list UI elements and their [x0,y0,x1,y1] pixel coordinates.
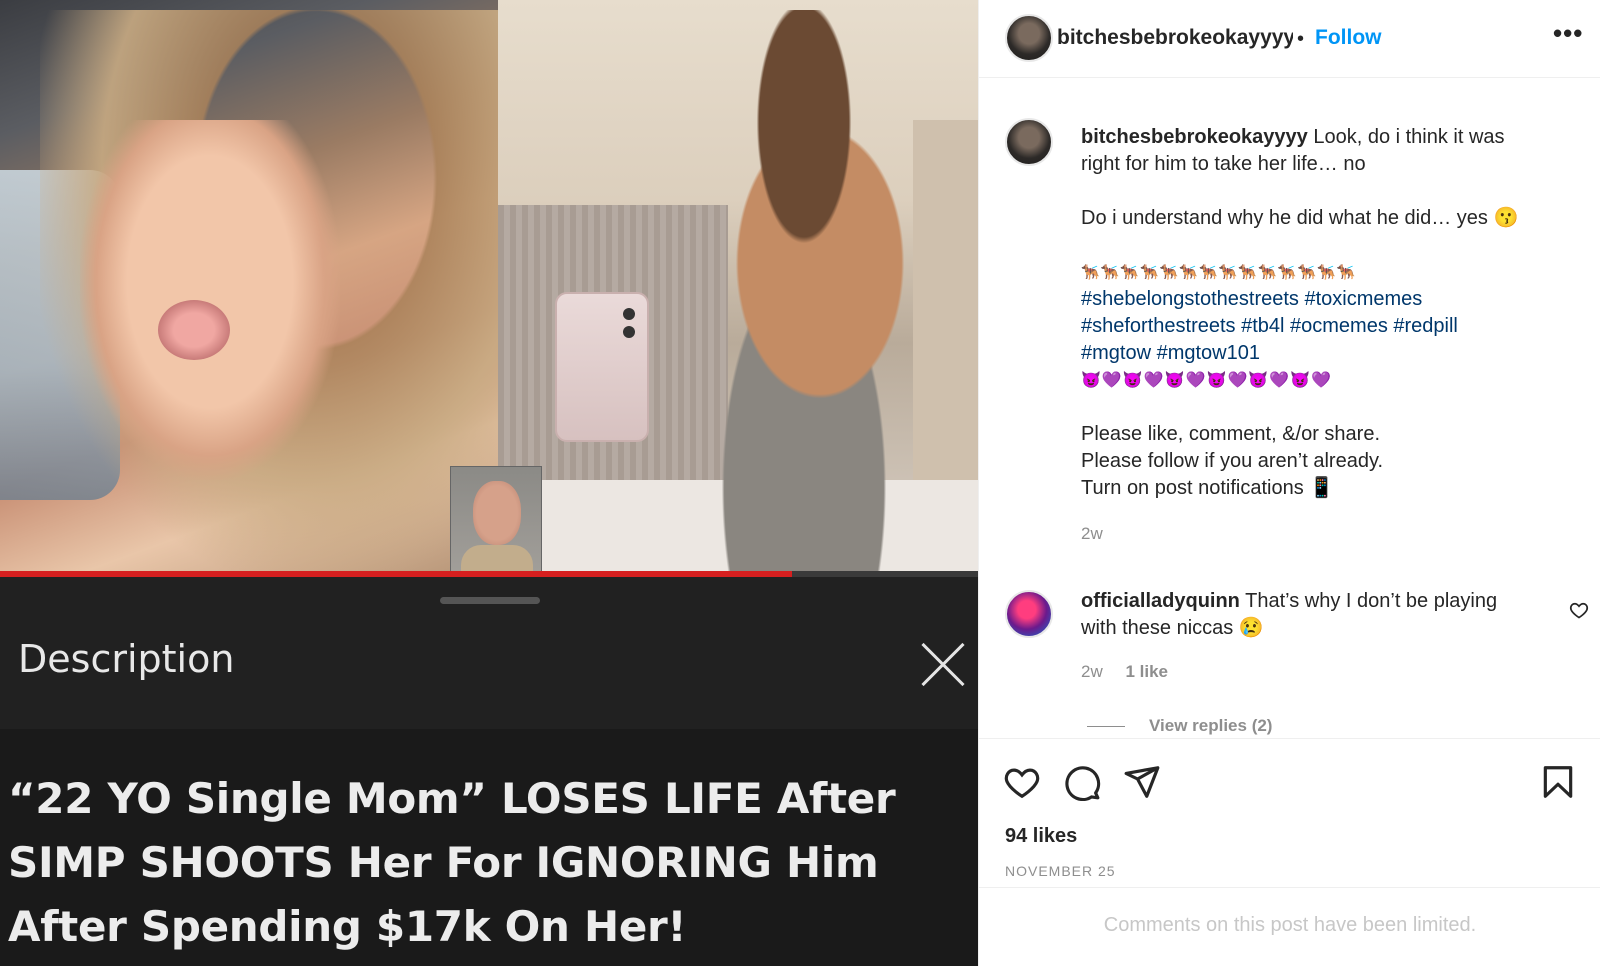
post-media[interactable]: Description “22 YO Single Mom” LOSES LIF… [0,0,978,966]
separator-dot: • [1297,28,1305,50]
caption-emoji-row: 🐕‍🦺🐕‍🦺🐕‍🦺🐕‍🦺🐕‍🦺🐕‍🦺🐕‍🦺🐕‍🦺🐕‍🦺🐕‍🦺🐕‍🦺🐕‍🦺🐕‍🦺🐕… [1081,264,1357,281]
description-title: Description [18,637,235,681]
comment: officialladyquinn That’s why I don’t be … [1081,588,1541,642]
comment-meta: 2w 1 like [1081,662,1168,682]
comment-text: That’s why I don’t be playing [1245,590,1498,612]
woman-figure [628,10,948,572]
phone-camera [623,308,635,320]
caption-line: Turn on post notifications 📱 [1081,477,1335,499]
post-date[interactable]: NOVEMBER 25 [1005,863,1116,879]
video-headline: “22 YO Single Mom” LOSES LIFE After SIMP… [8,774,896,951]
follow-button[interactable]: Follow [1315,26,1382,50]
comment-like-heart-icon[interactable] [1569,600,1589,620]
author-username[interactable]: bitchesbebrokeokayyyy [1057,26,1293,50]
phone-camera [623,326,635,338]
save-bookmark-icon[interactable] [1539,763,1577,801]
share-paper-plane-icon[interactable] [1123,763,1161,801]
more-options-icon[interactable]: ••• [1553,18,1583,49]
hashtag-line[interactable]: #shebelongstothestreets #toxicmemes [1081,286,1581,313]
description-body: “22 YO Single Mom” LOSES LIFE After SIMP… [0,729,978,966]
hashtag-line[interactable]: #sheforthestreets #tb4l #ocmemes #redpil… [1081,313,1581,340]
comment-author[interactable]: officialladyquinn [1081,590,1240,612]
comments-limited-bar: Comments on this post have been limited. [979,887,1600,966]
phone [555,292,649,442]
close-icon[interactable] [918,641,966,689]
commenter-avatar[interactable] [1005,590,1053,638]
post-header: bitchesbebrokeokayyyy • Follow ••• [979,0,1600,78]
caption-author-avatar[interactable] [1005,118,1053,166]
description-sheet: Description “22 YO Single Mom” LOSES LIF… [0,577,978,966]
comment-timestamp[interactable]: 2w [1081,662,1103,681]
comment-text: with these niccas 😢 [1081,617,1264,639]
drag-handle[interactable] [440,597,540,604]
photo-left-woman [0,0,500,572]
lips [158,300,230,360]
mugshot-head [473,481,521,545]
likes-count[interactable]: 94 likes [1005,825,1077,848]
caption-timestamp[interactable]: 2w [1081,520,1581,547]
comments-limited-notice: Comments on this post have been limited. [1103,914,1477,936]
caption-line: Please like, comment, &/or share. [1081,423,1381,445]
author-avatar[interactable] [1005,14,1053,62]
caption-line: Do i understand why he did what he did… … [1081,207,1519,229]
face [80,120,340,480]
caption-line: Look, do i think it was [1313,126,1505,148]
caption-line: right for him to take her life… no [1081,153,1366,175]
mugshot-shirt [461,545,533,573]
photo-right-woman [498,0,978,572]
view-replies-link[interactable]: View replies (2) [1087,716,1272,736]
post-side-panel: bitchesbebrokeokayyyy • Follow ••• bitch… [978,0,1600,966]
caption-author[interactable]: bitchesbebrokeokayyyy [1081,126,1308,148]
caption-emoji-row: 😈💜😈💜😈💜😈💜😈💜😈💜 [1081,372,1333,389]
caption-line: Please follow if you aren’t already. [1081,450,1384,472]
comment-bubble-icon[interactable] [1063,763,1101,801]
comment-likes[interactable]: 1 like [1125,662,1168,681]
like-heart-icon[interactable] [1003,763,1041,801]
post-caption: bitchesbebrokeokayyyy Look, do i think i… [1081,124,1581,547]
hashtag-line[interactable]: #mgtow #mgtow101 [1081,340,1581,367]
mugshot-inset [450,466,542,573]
post-actions: 94 likes NOVEMBER 25 Comments on this po… [979,738,1600,966]
